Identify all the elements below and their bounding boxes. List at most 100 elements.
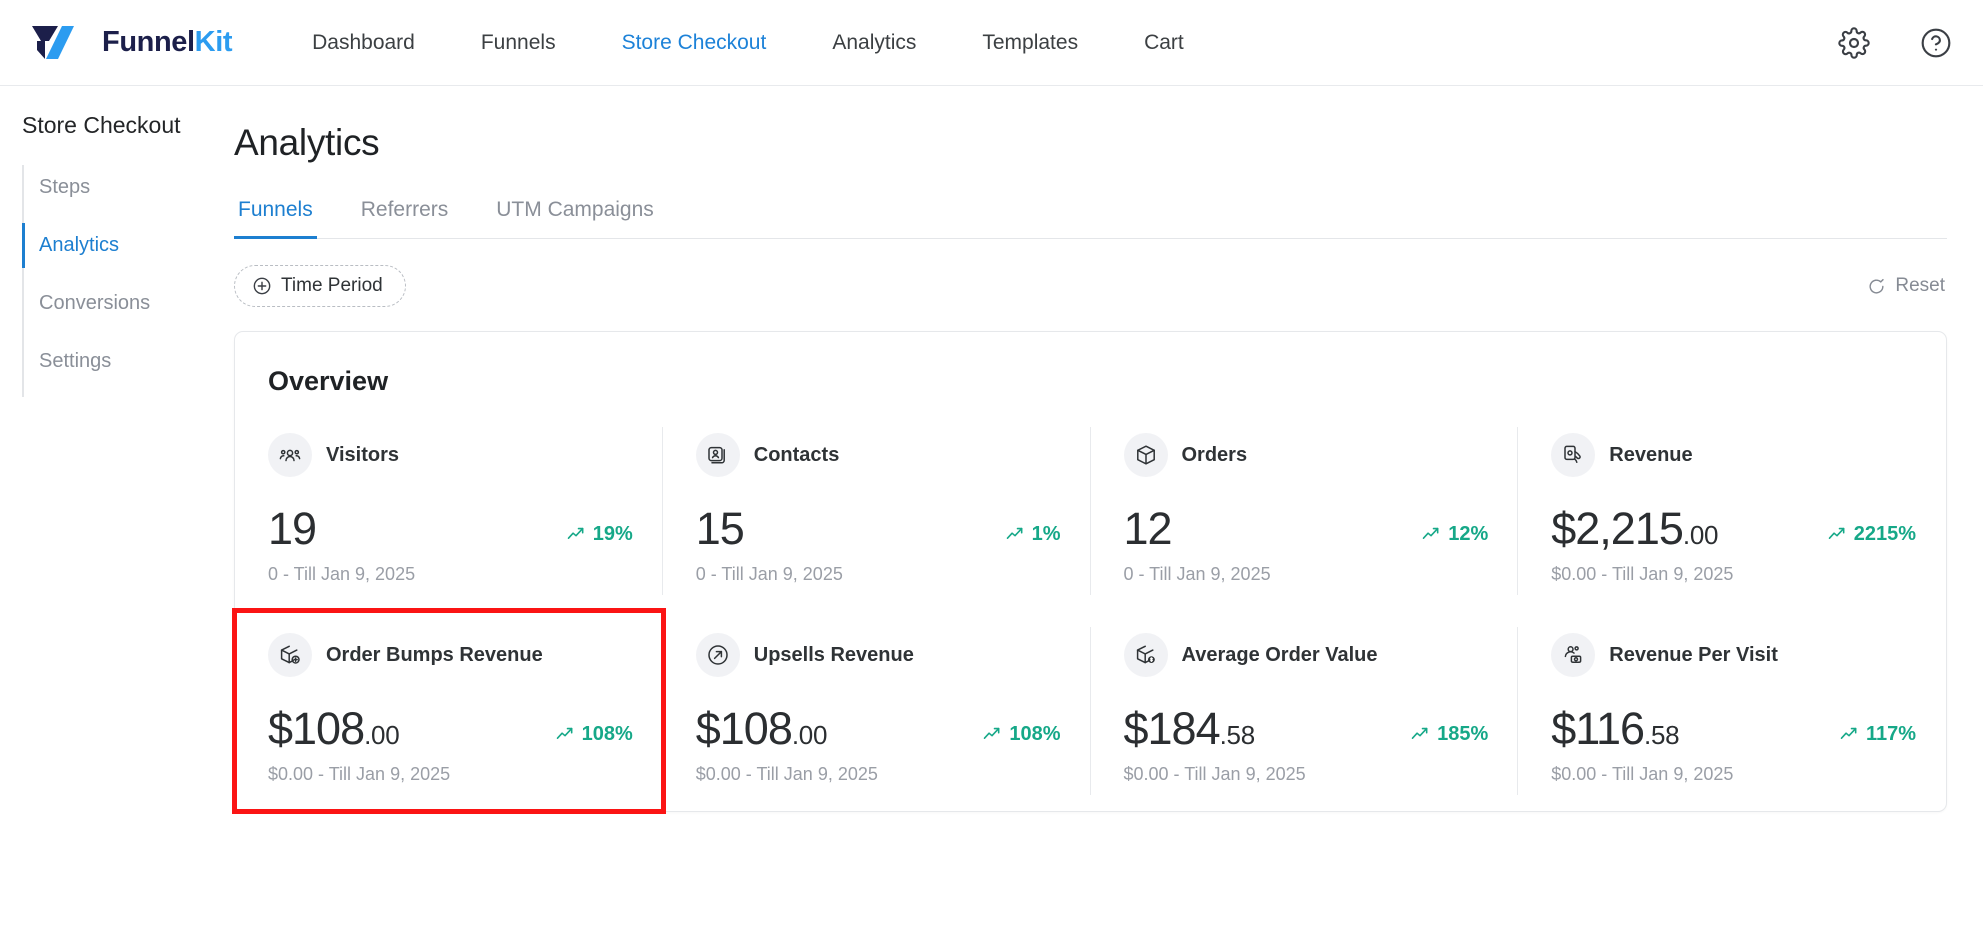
nav-item-templates[interactable]: Templates	[960, 21, 1100, 65]
trend-up-icon	[556, 727, 573, 739]
tab-referrers[interactable]: Referrers	[357, 190, 453, 239]
metric-card-revenue[interactable]: Revenue $2,215.00 2215% $0.00 - Till Jan	[1518, 411, 1946, 611]
metric-value-main: $184	[1123, 703, 1221, 754]
metric-value-main: $2,215	[1551, 503, 1684, 554]
time-period-label: Time Period	[281, 275, 383, 296]
nav-item-cart[interactable]: Cart	[1122, 21, 1206, 65]
metric-label: Orders	[1181, 443, 1248, 466]
metric-value: $116.58	[1551, 703, 1679, 755]
top-bar-actions	[1837, 26, 1953, 60]
metric-delta: 108%	[555, 723, 633, 746]
trend-up-icon	[1828, 527, 1845, 539]
metric-delta-value: 117%	[1865, 722, 1916, 745]
main-content: Analytics Funnels Referrers UTM Campaign…	[232, 86, 1983, 928]
filter-row: Time Period Reset	[234, 265, 1947, 307]
metric-value-row: $108.00 108%	[268, 703, 633, 755]
trend-up-icon	[567, 527, 584, 539]
box-dollar-icon	[1123, 633, 1168, 677]
metric-value-main: 19	[268, 503, 317, 554]
metric-value-row: $116.58 117%	[1551, 703, 1916, 755]
metric-value-row: $184.58 185%	[1124, 703, 1489, 755]
sidebar-title: Store Checkout	[22, 112, 181, 138]
metric-delta: 1%	[1005, 523, 1061, 546]
nav-item-funnels[interactable]: Funnels	[459, 21, 578, 65]
nav-item-dashboard[interactable]: Dashboard	[290, 21, 437, 65]
metric-value-cents: .58	[1219, 720, 1256, 750]
metric-value: $108.00	[268, 703, 400, 755]
reset-label: Reset	[1895, 275, 1945, 296]
metric-label: Average Order Value	[1181, 643, 1378, 666]
metric-card-average-order-value[interactable]: Average Order Value $184.58 185% $0.00 -	[1091, 611, 1519, 811]
metric-grid: Visitors 19 19% 0 - Till Jan 9, 2025 Con…	[232, 411, 1946, 814]
sidebar-item-analytics[interactable]: Analytics	[22, 223, 234, 268]
contacts-card-icon	[695, 433, 740, 477]
metric-delta-value: 108%	[1009, 722, 1061, 745]
metric-value: $108.00	[695, 703, 828, 755]
metric-value: 15	[695, 503, 745, 555]
metric-value-main: $108	[695, 703, 793, 754]
metric-value-row: $108.00 108%	[696, 703, 1061, 755]
metric-card-contacts[interactable]: Contacts 15 1% 0 - Till Jan 9, 2025	[663, 411, 1091, 611]
metric-value: $2,215.00	[1551, 503, 1718, 555]
metric-delta: 117%	[1839, 723, 1916, 746]
trend-up-icon	[1006, 527, 1023, 539]
brand-name-part1: Funnel	[102, 26, 195, 58]
metric-subtext: 0 - Till Jan 9, 2025	[1123, 564, 1271, 584]
metric-delta: 185%	[1410, 723, 1488, 746]
trend-up-icon	[984, 727, 1000, 739]
metric-card-order-bumps-revenue[interactable]: Order Bumps Revenue $108.00 108% $0.00 -	[232, 608, 666, 814]
metric-label: Revenue Per Visit	[1609, 643, 1778, 666]
metric-delta-value: 12%	[1448, 522, 1489, 545]
brand-name: FunnelKit	[102, 26, 233, 59]
metric-subtext: 0 - Till Jan 9, 2025	[268, 564, 416, 584]
metric-subtext: $0.00 - Till Jan 9, 2025	[1551, 564, 1734, 584]
metric-header: Visitors	[268, 433, 633, 477]
analytics-tabs: Funnels Referrers UTM Campaigns	[234, 190, 1947, 239]
box-plus-icon	[268, 633, 312, 677]
sidebar-item-steps[interactable]: Steps	[24, 165, 234, 210]
plus-circle-icon	[253, 277, 271, 295]
metric-value: 12	[1123, 503, 1173, 555]
metric-card-upsells-revenue[interactable]: Upsells Revenue $108.00 108% $0.00 - Til…	[663, 611, 1091, 811]
metric-header: Revenue Per Visit	[1551, 633, 1916, 677]
metric-value-cents: .00	[364, 720, 400, 750]
metric-value-main: $116	[1551, 703, 1645, 754]
settings-button[interactable]	[1837, 26, 1871, 60]
metric-subtext: 0 - Till Jan 9, 2025	[695, 564, 843, 584]
time-period-button[interactable]: Time Period	[234, 265, 406, 307]
metric-value-main: 12	[1123, 503, 1173, 554]
metric-delta: 108%	[982, 722, 1061, 746]
metric-delta-value: 2215%	[1853, 522, 1916, 545]
metric-subtext: $0.00 - Till Jan 9, 2025	[268, 764, 451, 784]
metric-value-row: $2,215.00 2215%	[1551, 503, 1916, 555]
nav-item-analytics[interactable]: Analytics	[810, 21, 938, 65]
sidebar-item-conversions[interactable]: Conversions	[24, 281, 234, 326]
metric-delta-value: 19%	[592, 522, 633, 545]
metric-label: Visitors	[326, 443, 399, 466]
main-nav: Dashboard Funnels Store Checkout Analyti…	[290, 21, 1228, 65]
metric-value-main: 15	[695, 503, 745, 554]
metric-card-orders[interactable]: Orders 12 12% 0 - Till Jan 9, 2025	[1091, 411, 1519, 611]
reset-button[interactable]: Reset	[1867, 275, 1947, 297]
help-button[interactable]	[1919, 26, 1953, 60]
metric-delta: 2215%	[1827, 523, 1916, 546]
metric-value-cents: .00	[1682, 520, 1719, 550]
metric-subtext: $0.00 - Till Jan 9, 2025	[695, 764, 878, 784]
metric-header: Upsells Revenue	[695, 633, 1061, 677]
metric-value: 19	[268, 503, 317, 555]
brand-logo[interactable]: FunnelKit	[28, 21, 233, 65]
revenue-hand-icon	[1551, 433, 1596, 477]
metric-card-visitors[interactable]: Visitors 19 19% 0 - Till Jan 9, 2025	[235, 411, 663, 611]
sidebar-nav: Steps Analytics Conversions Settings	[22, 165, 234, 397]
metric-card-revenue-per-visit[interactable]: Revenue Per Visit $116.58 117% $0.00 - T…	[1518, 611, 1946, 811]
trend-up-icon	[1840, 727, 1857, 739]
person-money-icon	[1551, 633, 1596, 677]
tab-funnels[interactable]: Funnels	[234, 190, 317, 239]
metric-value-main: $108	[268, 703, 365, 754]
nav-item-store-checkout[interactable]: Store Checkout	[600, 21, 789, 65]
sidebar-item-settings[interactable]: Settings	[24, 339, 234, 384]
tab-utm-campaigns[interactable]: UTM Campaigns	[492, 190, 658, 239]
metric-value-cents: .58	[1644, 720, 1680, 750]
trend-up-icon	[1411, 727, 1428, 739]
metric-header: Revenue	[1551, 433, 1916, 477]
